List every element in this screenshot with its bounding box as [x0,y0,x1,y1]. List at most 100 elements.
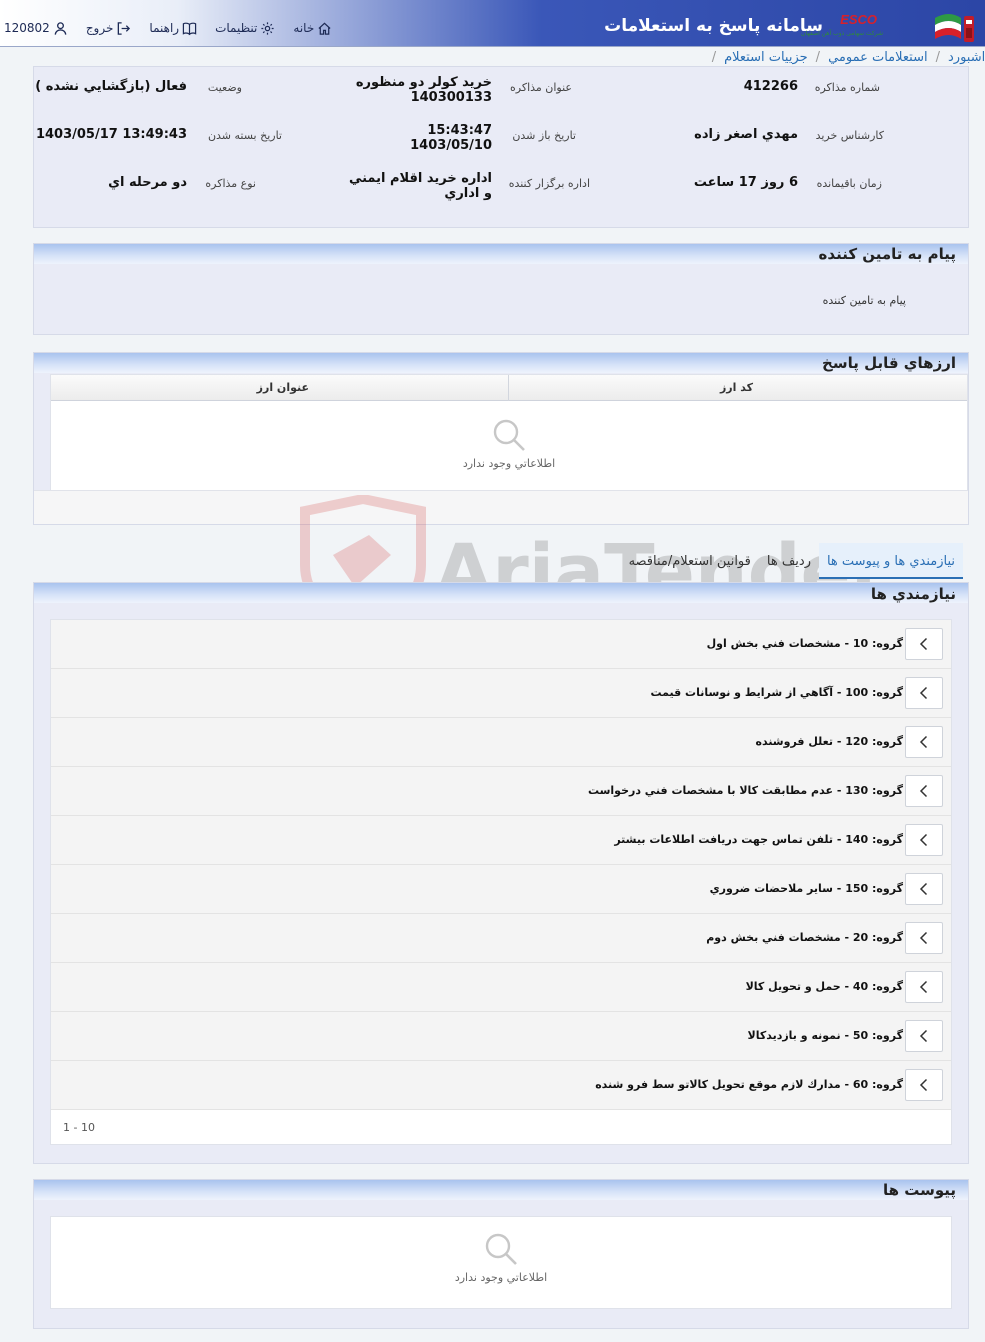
column-title[interactable]: عنوان ارز [257,381,309,394]
list-item[interactable]: گروه: 40 - حمل و تحويل کالا [51,963,951,1012]
list-item[interactable]: گروه: 20 - مشخصات فني بخش دوم [51,914,951,963]
logout-label: خروج [85,21,114,35]
department-label: اداره برگزار کننده [508,177,590,190]
list-item[interactable]: گروه: 120 - تعلل فروشنده [51,718,951,767]
expand-button[interactable] [905,873,943,905]
tab-rules[interactable]: قوانين استعلام/مناقصه [621,543,759,579]
open-date-label: تاريخ باز شدن [512,129,576,142]
number-value: 412266 [743,79,798,94]
esco-logo: ESCO شرکت سهامی ذوب آهن اصفهان [801,12,883,42]
attachments-panel: پيوست ها اطلاعاتي وجود ندارد [33,1179,969,1329]
brand-subtitle: شرکت سهامی ذوب آهن اصفهان [801,30,883,37]
expand-button[interactable] [905,677,943,709]
list-item[interactable]: گروه: 100 - آگاهي از شرايط و نوسانات قيم… [51,669,951,718]
table-header: کد ارز عنوان ارز [51,375,967,401]
column-divider [508,375,509,401]
home-link[interactable]: خانه [293,21,332,36]
department-line2: و اداري [444,186,492,201]
empty-state: اطلاعاتي وجود ندارد [51,417,967,470]
remaining-time-value: 6 روز 17 ساعت [693,175,798,190]
close-date-value: 1403/05/17 13:49:43 [35,127,187,142]
list-item[interactable]: گروه: 60 - مدارك لازم موقع تحويل كالاتو … [51,1061,951,1110]
supplier-message-title: پيام به تامين کننده [818,245,956,263]
list-item[interactable]: گروه: 10 - مشخصات فني بخش اول [51,620,951,669]
expand-button[interactable] [905,824,943,856]
expand-button[interactable] [905,726,943,758]
home-icon [318,22,331,35]
user-menu[interactable]: 120802 [4,21,68,36]
tab-requirements-attachments[interactable]: نيازمندي ها و پيوست ها [818,543,963,579]
open-time: 15:43:47 [427,123,492,138]
list-item[interactable]: گروه: 150 - ساير ملاحضات ضروري [51,865,951,914]
breadcrumb-public[interactable]: استعلامات عمومي [828,50,928,65]
requirement-label: گروه: 100 - آگاهي از شرايط و نوسانات قيم… [650,686,904,699]
top-menu: 120802 خروج راهنما تنظيمات خانه [4,18,350,38]
chevron-left-icon [919,931,928,945]
type-label: نوع مذاکره [205,177,256,190]
settings-label: تنظيمات [215,21,258,35]
breadcrumb-current[interactable]: جزييات استعلام [724,50,808,65]
column-code[interactable]: کد ارز [720,381,753,394]
help-link[interactable]: راهنما [149,21,197,36]
expand-button[interactable] [905,971,943,1003]
search-icon [493,419,525,451]
expand-button[interactable] [905,922,943,954]
user-id: 120802 [4,21,50,35]
subject-label: عنوان مذاکره [510,81,572,94]
section-header [34,583,968,603]
currencies-title: ارزهاي قابل پاسخ [822,354,956,372]
attachments-box: اطلاعاتي وجود ندارد [50,1216,952,1309]
expand-button[interactable] [905,775,943,807]
expand-button[interactable] [905,1020,943,1052]
list-item[interactable]: گروه: 130 - عدم مطابقت کالا با مشخصات فن… [51,767,951,816]
help-label: راهنما [149,21,180,35]
breadcrumb-separator: / [815,49,821,65]
breadcrumb-separator: / [935,49,940,65]
requirement-label: گروه: 140 - تلفن تماس جهت دريافت اطلاعات… [614,833,903,846]
chevron-left-icon [919,784,928,798]
status-label: وضعيت [207,81,242,94]
supplier-message-text: پيام به تامين کننده [822,294,906,307]
expand-button[interactable] [905,1069,943,1101]
empty-state: اطلاعاتي وجود ندارد [51,1231,951,1284]
requirement-label: گروه: 10 - مشخصات فني بخش اول [706,637,903,650]
requirement-label: گروه: 60 - مدارك لازم موقع تحويل كالاتو … [595,1078,903,1091]
settings-link[interactable]: تنظيمات [215,21,275,36]
pager-info: 1 - 10 [63,1121,95,1134]
supplier-message-panel: پيام به تامين کننده پيام به تامين کننده [33,243,969,335]
expand-button[interactable] [905,628,943,660]
list-item[interactable]: گروه: 140 - تلفن تماس جهت دريافت اطلاعات… [51,816,951,865]
subject-line2: 140300133 [410,90,492,105]
search-icon [485,1233,517,1265]
section-header [34,1180,968,1200]
empty-text: اطلاعاتي وجود ندارد [462,457,556,470]
breadcrumb-separator: / [711,49,717,65]
requirement-label: گروه: 50 - نمونه و بازديدکالا [747,1029,904,1042]
table-footer [34,490,968,524]
user-icon [54,21,67,35]
requirements-title: نيازمندي ها [870,585,956,603]
gear-icon [261,21,274,35]
expert-label: کارشناس خريد [815,129,884,142]
requirement-label: گروه: 40 - حمل و تحويل کالا [745,980,903,993]
currencies-panel: ارزهاي قابل پاسخ کد ارز عنوان ارز اطلاعا… [33,352,969,525]
empty-text: اطلاعاتي وجود ندارد [454,1271,548,1284]
requirement-label: گروه: 150 - ساير ملاحضات ضروري [709,882,903,895]
chevron-left-icon [919,833,928,847]
tab-rows[interactable]: رديف ها [759,543,819,579]
breadcrumb-dashboard[interactable]: داشبورد [948,50,985,65]
breadcrumb: داشبورد / استعلامات عمومي / جزييات استعل… [712,48,985,66]
requirements-panel: نيازمندي ها گروه: 10 - مشخصات فني بخش او… [33,582,969,1164]
chevron-left-icon [919,1078,928,1092]
flag-logo-icon [935,14,974,42]
list-item[interactable]: گروه: 50 - نمونه و بازديدکالا [51,1012,951,1061]
logout-icon [118,21,131,35]
logout-link[interactable]: خروج [86,21,132,36]
requirement-label: گروه: 20 - مشخصات فني بخش دوم [706,931,903,944]
expert-value: مهدي اصغر زاده [694,127,798,142]
department-line1: اداره خريد اقلام ايمني [348,171,492,186]
requirements-list: گروه: 10 - مشخصات فني بخش اول گروه: 100 -… [50,619,952,1145]
subject-line1: خريد کولر دو منظوره [355,75,492,90]
chevron-left-icon [919,686,928,700]
brand-name: ESCO [840,12,877,27]
